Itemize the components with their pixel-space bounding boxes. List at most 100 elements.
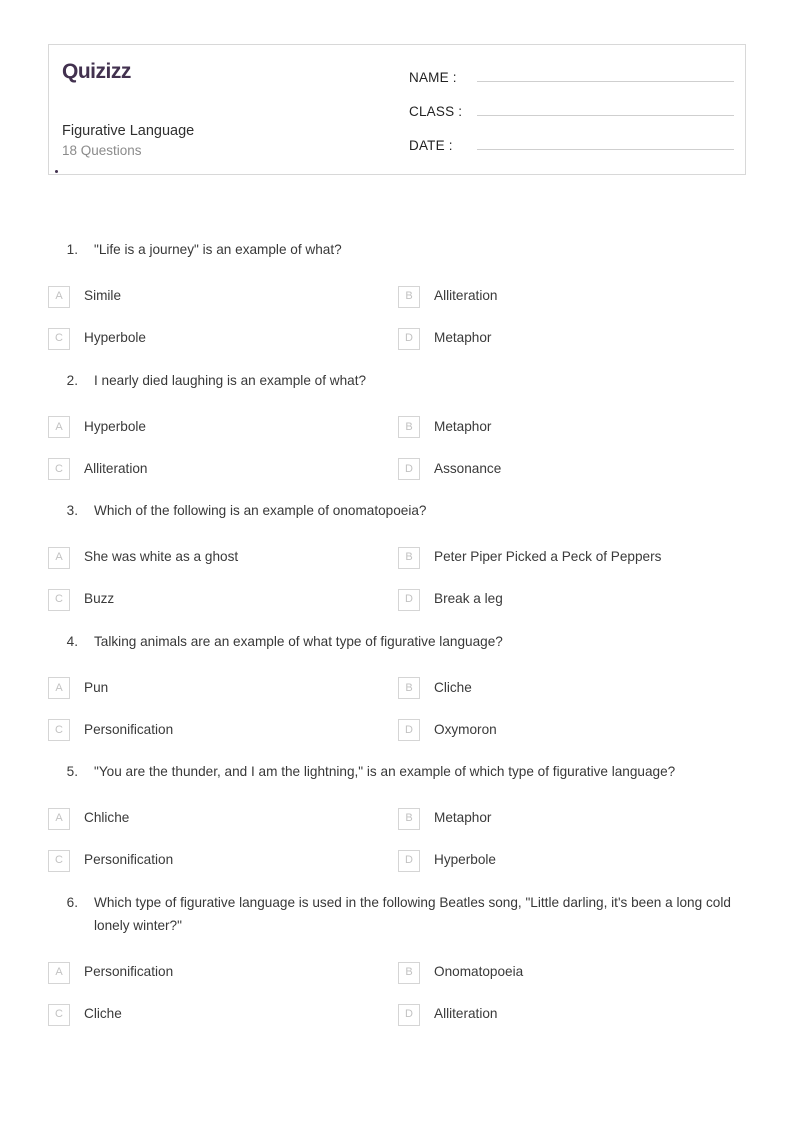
header-left-section: Quizizz Figurative Language 18 Questions [49, 45, 409, 174]
question-number: 2. [66, 372, 78, 388]
answer-option[interactable]: D Oxymoron [398, 709, 748, 751]
question-number: 1. [66, 242, 78, 257]
answer-option[interactable]: D Break a leg [398, 579, 748, 621]
worksheet-page: Quizizz Figurative Language 18 Questions… [0, 0, 794, 1123]
answer-option-letter: B [398, 416, 420, 438]
question-heading: 5. "You are the thunder, and I am the lig… [48, 760, 748, 784]
answer-option-text: Chliche [84, 810, 130, 825]
answer-option-letter: A [48, 285, 70, 308]
answer-option[interactable]: C Personification [48, 840, 398, 882]
answer-option[interactable]: A Simile [48, 276, 398, 318]
answer-option-text: Personification [84, 721, 174, 737]
answer-option-text: Simile [84, 288, 122, 303]
answer-option[interactable]: D Metaphor [398, 318, 748, 360]
quizizz-logo-dot-icon [54, 169, 58, 173]
answer-option[interactable]: C Cliche [48, 994, 398, 1036]
answer-option-text: Buzz [84, 591, 115, 606]
answer-option[interactable]: B Cliche [398, 667, 748, 709]
answer-option[interactable]: B Metaphor [398, 406, 748, 448]
answer-option[interactable]: A Chliche [48, 798, 398, 840]
answer-options: A Pun B Cliche C Personification D Oxymoron [48, 667, 748, 751]
name-input[interactable] [477, 64, 734, 82]
answer-options: A Hyperbole B Metaphor C Alliteration D Assonan… [48, 406, 748, 490]
answer-option-letter: D [398, 719, 420, 741]
answer-option[interactable]: D Hyperbole [398, 840, 748, 882]
question-text: Talking animals are an example of what t… [94, 633, 503, 649]
quizizz-logo: Quizizz [54, 60, 131, 173]
question-number: 5. [66, 764, 78, 779]
question-heading: 4. Talking animals are an example of what… [48, 630, 748, 654]
answer-option-text: Metaphor [434, 330, 492, 345]
answer-option-letter: C [48, 327, 70, 350]
answer-option[interactable]: D Alliteration [398, 994, 748, 1036]
answer-option-letter: C [48, 458, 70, 480]
question-block: 6. Which type of figurative language is u… [48, 891, 748, 1036]
answer-options: A Chliche B Metaphor C Personification D Hyperb… [48, 798, 748, 882]
question-block: 5. "You are the thunder, and I am the lig… [48, 760, 748, 882]
date-field-row: DATE : [409, 132, 734, 166]
answer-option-text: Alliteration [434, 288, 498, 303]
answer-option-letter: D [398, 849, 420, 872]
answer-option-letter: D [398, 327, 420, 350]
answer-option-letter: C [48, 1003, 70, 1026]
answer-option[interactable]: A She was white as a ghost [48, 537, 398, 579]
answer-option-letter: C [48, 588, 70, 611]
answer-option-text: Break a leg [434, 591, 503, 606]
answer-option-letter: A [48, 546, 70, 569]
answer-option[interactable]: C Buzz [48, 579, 398, 621]
answer-option[interactable]: B Peter Piper Picked a Peck of Peppers [398, 537, 748, 579]
answer-option[interactable]: B Alliteration [398, 276, 748, 318]
answer-option[interactable]: C Hyperbole [48, 318, 398, 360]
answer-option-text: Hyperbole [434, 852, 496, 867]
class-field-row: CLASS : [409, 98, 734, 132]
answer-options: A Simile B Alliteration C Hyperbole D Metaphor [48, 276, 748, 360]
class-input[interactable] [477, 98, 734, 116]
answer-option-letter: A [48, 416, 70, 438]
question-count-label: 18 Questions [62, 143, 142, 158]
answer-option-letter: B [398, 961, 420, 984]
answer-options: A She was white as a ghost B Peter Piper Pi… [48, 537, 748, 621]
question-heading: 2. I nearly died laughing is an example o… [48, 369, 748, 393]
answer-option-text: Cliche [84, 1006, 122, 1021]
question-number: 6. [66, 894, 78, 910]
answer-option-letter: B [398, 285, 420, 308]
name-field-label: NAME : [409, 70, 457, 85]
answer-option[interactable]: B Metaphor [398, 798, 748, 840]
header-fields-section: NAME : CLASS : DATE : [409, 45, 745, 174]
question-text: I nearly died laughing is an example of … [94, 372, 367, 388]
question-heading: 1. "Life is a journey" is an example of w… [48, 238, 748, 262]
answer-option-text: Alliteration [434, 1006, 498, 1021]
answer-option-text: Peter Piper Picked a Peck of Peppers [434, 549, 662, 564]
question-text: "You are the thunder, and I am the light… [94, 764, 676, 779]
date-input[interactable] [477, 132, 734, 150]
worksheet-header-card: Quizizz Figurative Language 18 Questions… [48, 44, 746, 175]
answer-option[interactable]: C Alliteration [48, 448, 398, 490]
question-block: 4. Talking animals are an example of what… [48, 630, 748, 752]
answer-option[interactable]: B Onomatopoeia [398, 952, 748, 994]
question-block: 1. "Life is a journey" is an example of w… [48, 238, 748, 360]
question-number: 3. [66, 503, 78, 518]
answer-option-letter: A [48, 961, 70, 984]
answer-option[interactable]: D Assonance [398, 448, 748, 490]
answer-option-letter: A [48, 677, 70, 699]
date-field-label: DATE : [409, 138, 453, 153]
answer-option[interactable]: A Pun [48, 667, 398, 709]
quiz-title: Figurative Language [62, 123, 195, 139]
answer-option[interactable]: A Hyperbole [48, 406, 398, 448]
answer-option-text: Hyperbole [84, 330, 146, 345]
answer-option-text: Personification [84, 852, 174, 867]
answer-option[interactable]: A Personification [48, 952, 398, 994]
question-text: "Life is a journey" is an example of wha… [94, 242, 342, 257]
answer-option-text: She was white as a ghost [84, 549, 239, 564]
question-block: 3. Which of the following is an example o… [48, 499, 748, 621]
answer-option-text: Onomatopoeia [434, 964, 524, 979]
answer-option[interactable]: C Personification [48, 709, 398, 751]
answer-option-text: Alliteration [84, 460, 148, 476]
question-heading: 3. Which of the following is an example o… [48, 499, 748, 523]
answer-options: A Personification B Onomatopoeia C Cliche D All… [48, 952, 748, 1036]
quizizz-logo-text: Quizizz [62, 60, 131, 83]
answer-option-text: Pun [84, 679, 109, 695]
question-text: Which of the following is an example of … [94, 503, 427, 518]
answer-option-text: Oxymoron [434, 721, 497, 737]
answer-option-letter: B [398, 807, 420, 830]
